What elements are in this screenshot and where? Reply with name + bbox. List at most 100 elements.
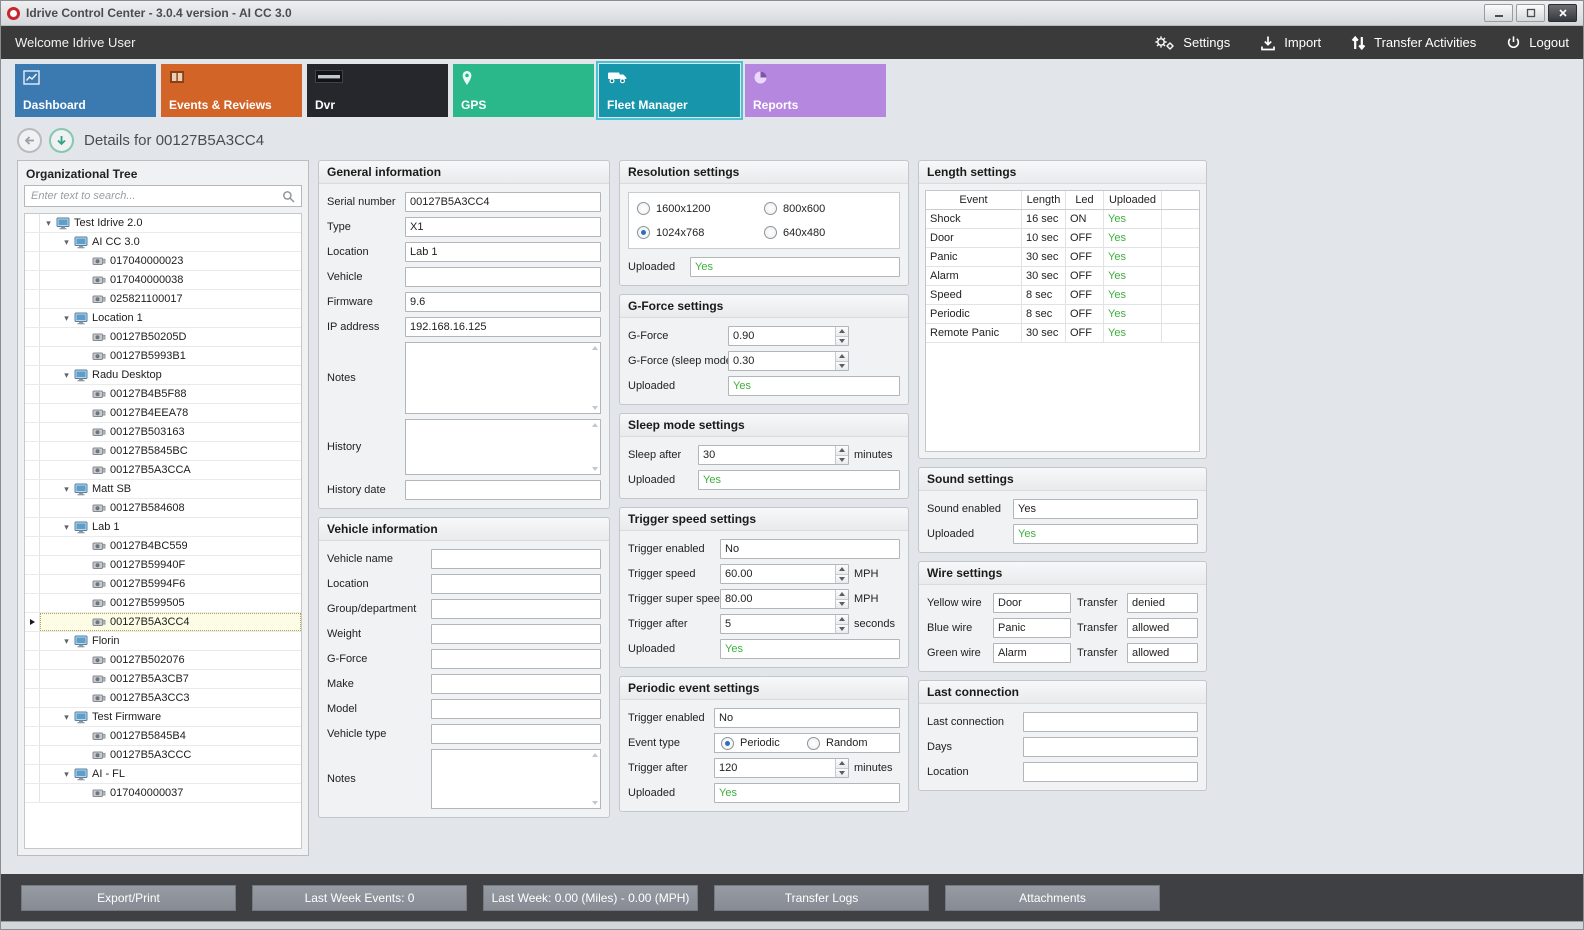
export-print-button[interactable]: Export/Print <box>21 885 236 911</box>
toolbar-action-transfer-activities[interactable]: Transfer Activities <box>1351 35 1476 51</box>
radio-800x600[interactable]: 800x600 <box>764 202 891 215</box>
field-input[interactable] <box>1023 737 1198 757</box>
field-input[interactable] <box>405 242 601 262</box>
tree-item-test-idrive-2-0[interactable]: ▾Test Idrive 2.0 <box>25 214 301 233</box>
field-input[interactable] <box>405 292 601 312</box>
length-table-row-shock[interactable]: Shock16 secONYes <box>926 210 1199 229</box>
tree-item-00127b5a3cc3[interactable]: 00127B5A3CC3 <box>25 689 301 708</box>
field-input[interactable] <box>1023 712 1198 732</box>
minimize-button[interactable] <box>1484 4 1513 22</box>
radio-1024x768[interactable]: 1024x768 <box>637 226 764 239</box>
field-input[interactable] <box>728 351 849 371</box>
expand-arrow-icon[interactable]: ▾ <box>42 214 55 233</box>
tree-item-00127b599505[interactable]: 00127B599505 <box>25 594 301 613</box>
tree-item-test-firmware[interactable]: ▾Test Firmware <box>25 708 301 727</box>
toolbar-action-import[interactable]: Import <box>1260 35 1321 51</box>
field-input[interactable] <box>690 257 900 277</box>
field-input[interactable] <box>714 783 900 803</box>
length-table-row-remote-panic[interactable]: Remote Panic30 secOFFYes <box>926 324 1199 343</box>
field-input[interactable] <box>405 217 601 237</box>
field-input[interactable] <box>1023 762 1198 782</box>
tree-item-florin[interactable]: ▾Florin <box>25 632 301 651</box>
tree-item-00127b4b5f88[interactable]: 00127B4B5F88 <box>25 385 301 404</box>
attachments-button[interactable]: Attachments <box>945 885 1160 911</box>
field-input[interactable] <box>431 649 601 669</box>
tree-item-lab-1[interactable]: ▾Lab 1 <box>25 518 301 537</box>
field-input[interactable] <box>1013 524 1198 544</box>
field-input[interactable] <box>698 470 900 490</box>
field-input[interactable] <box>405 267 601 287</box>
tree-item-00127b5a3cc4[interactable]: 00127B5A3CC4 <box>25 613 301 632</box>
nav-tile-events-reviews[interactable]: Events & Reviews <box>161 64 302 117</box>
tree-item-00127b502076[interactable]: 00127B502076 <box>25 651 301 670</box>
spin-up-button[interactable] <box>836 759 848 769</box>
field-input[interactable] <box>431 574 601 594</box>
spin-up-button[interactable] <box>836 565 848 575</box>
field-input[interactable] <box>431 674 601 694</box>
spin-down-button[interactable] <box>836 625 848 634</box>
tree-item-00127b59940f[interactable]: 00127B59940F <box>25 556 301 575</box>
expand-arrow-icon[interactable]: ▾ <box>60 309 73 328</box>
field-input[interactable] <box>720 564 849 584</box>
field-textarea[interactable] <box>405 419 601 475</box>
spin-down-button[interactable] <box>836 337 848 346</box>
spin-up-button[interactable] <box>836 327 848 337</box>
field-input[interactable] <box>720 614 849 634</box>
tree-item-00127b5845b4[interactable]: 00127B5845B4 <box>25 727 301 746</box>
tree-item-00127b5a3ccc[interactable]: 00127B5A3CCC <box>25 746 301 765</box>
field-input[interactable] <box>405 192 601 212</box>
close-button[interactable] <box>1548 4 1577 22</box>
field-input[interactable] <box>431 549 601 569</box>
tree-item-radu-desktop[interactable]: ▾Radu Desktop <box>25 366 301 385</box>
toolbar-action-logout[interactable]: Logout <box>1506 35 1569 50</box>
radio-640x480[interactable]: 640x480 <box>764 226 891 239</box>
wire-event-input[interactable] <box>993 618 1071 638</box>
spin-down-button[interactable] <box>836 575 848 584</box>
back-button[interactable] <box>17 128 42 153</box>
nav-tile-dashboard[interactable]: Dashboard <box>15 64 156 117</box>
search-input[interactable] <box>31 190 282 202</box>
tree-item-00127b5993b1[interactable]: 00127B5993B1 <box>25 347 301 366</box>
field-textarea[interactable] <box>431 749 601 809</box>
field-textarea[interactable] <box>405 342 601 414</box>
spin-down-button[interactable] <box>836 362 848 371</box>
length-table-row-periodic[interactable]: Periodic8 secOFFYes <box>926 305 1199 324</box>
field-input[interactable] <box>1013 499 1198 519</box>
spin-down-button[interactable] <box>836 769 848 778</box>
field-input[interactable] <box>698 445 849 465</box>
spin-down-button[interactable] <box>836 600 848 609</box>
field-input[interactable] <box>728 376 900 396</box>
last-week-events-button[interactable]: Last Week Events: 0 <box>252 885 467 911</box>
maximize-button[interactable] <box>1516 4 1545 22</box>
field-input[interactable] <box>714 758 849 778</box>
expand-arrow-icon[interactable]: ▾ <box>60 708 73 727</box>
field-input[interactable] <box>431 724 601 744</box>
tree-item-00127b4bc559[interactable]: 00127B4BC559 <box>25 537 301 556</box>
spin-up-button[interactable] <box>836 446 848 456</box>
tree-item-matt-sb[interactable]: ▾Matt SB <box>25 480 301 499</box>
tree-item-017040000038[interactable]: 017040000038 <box>25 271 301 290</box>
scroll-down-button[interactable] <box>49 128 74 153</box>
field-input[interactable] <box>728 326 849 346</box>
length-table-row-door[interactable]: Door10 secOFFYes <box>926 229 1199 248</box>
tree-item-location-1[interactable]: ▾Location 1 <box>25 309 301 328</box>
spin-up-button[interactable] <box>836 352 848 362</box>
tree-item-00127b50205d[interactable]: 00127B50205D <box>25 328 301 347</box>
tree-item-00127b5a3cb7[interactable]: 00127B5A3CB7 <box>25 670 301 689</box>
field-input[interactable] <box>714 708 900 728</box>
radio-1600x1200[interactable]: 1600x1200 <box>637 202 764 215</box>
tree-item-00127b4eea78[interactable]: 00127B4EEA78 <box>25 404 301 423</box>
tree-item-00127b584608[interactable]: 00127B584608 <box>25 499 301 518</box>
field-input[interactable] <box>720 639 900 659</box>
nav-tile-reports[interactable]: Reports <box>745 64 886 117</box>
field-input[interactable] <box>431 624 601 644</box>
wire-event-input[interactable] <box>993 593 1071 613</box>
toolbar-action-settings[interactable]: Settings <box>1153 34 1230 51</box>
expand-arrow-icon[interactable]: ▾ <box>60 518 73 537</box>
wire-transfer-input[interactable] <box>1127 618 1198 638</box>
tree-item-025821100017[interactable]: 025821100017 <box>25 290 301 309</box>
expand-arrow-icon[interactable]: ▾ <box>60 480 73 499</box>
tree-item-ai-fl[interactable]: ▾AI - FL <box>25 765 301 784</box>
spin-up-button[interactable] <box>836 615 848 625</box>
nav-tile-dvr[interactable]: Dvr <box>307 64 448 117</box>
